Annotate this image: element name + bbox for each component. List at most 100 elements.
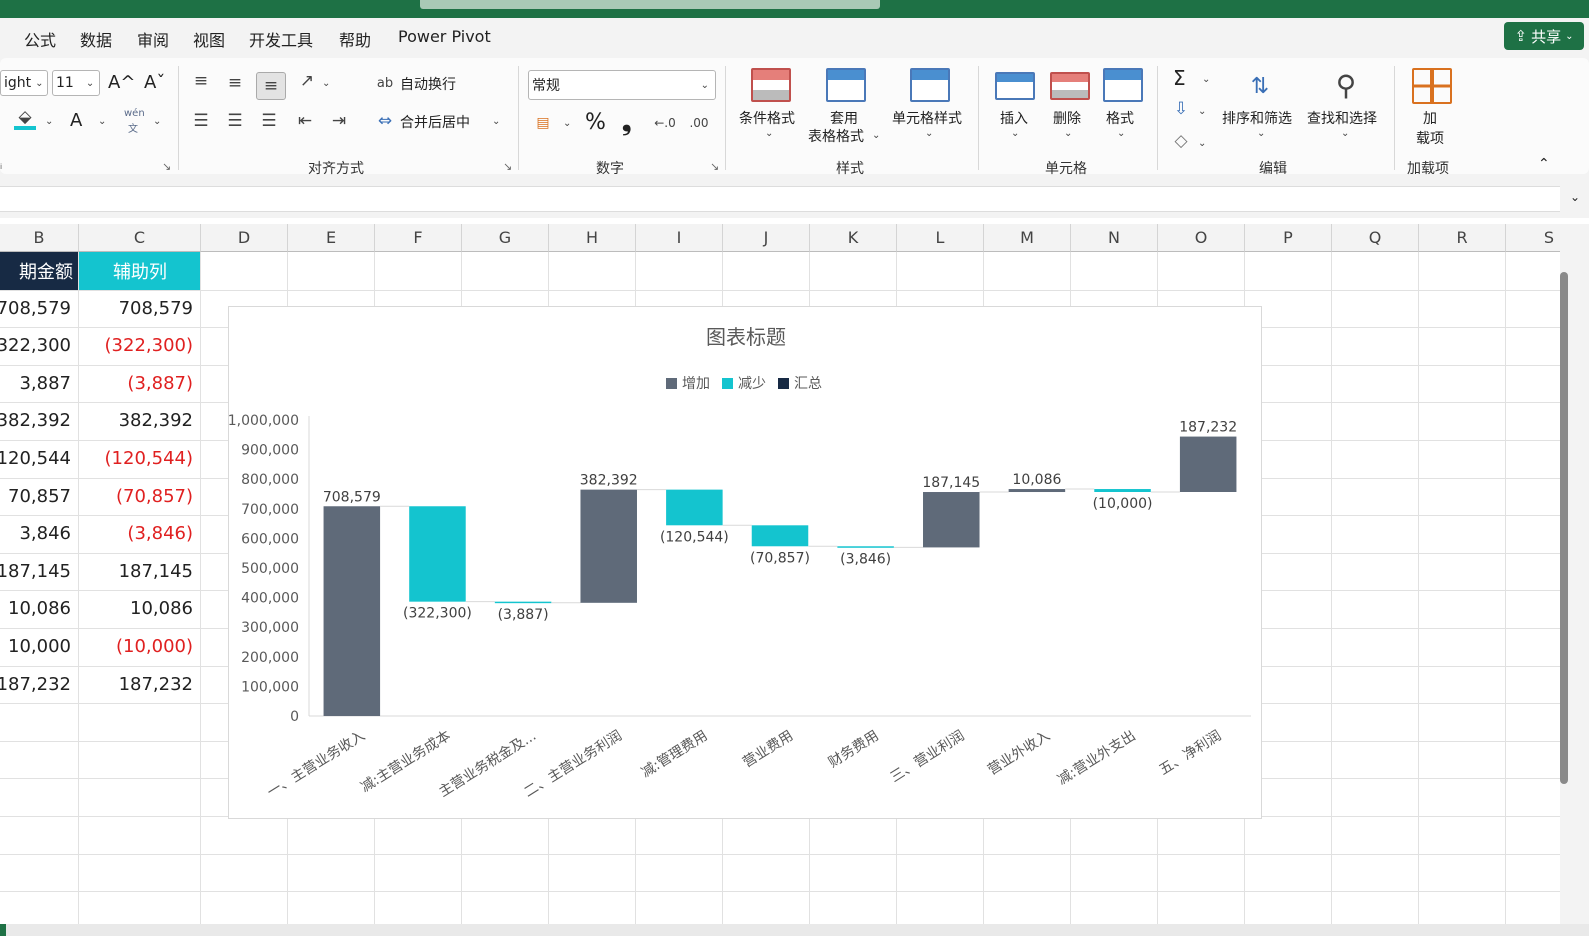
- addins-icon[interactable]: [1412, 68, 1452, 104]
- sort-filter-button[interactable]: 排序和筛选: [1222, 108, 1292, 128]
- cell-c[interactable]: (120,544): [79, 440, 201, 477]
- align-bottom-icon[interactable]: ≡: [256, 72, 286, 100]
- cell-c[interactable]: 187,232: [79, 666, 201, 703]
- chevron-down-icon[interactable]: ⌄: [492, 116, 500, 127]
- insert-button[interactable]: 插入: [1000, 108, 1028, 128]
- cell-b[interactable]: 10,000: [0, 628, 79, 665]
- column-header-g[interactable]: G: [462, 224, 549, 252]
- formula-input[interactable]: [0, 186, 1560, 212]
- align-center-icon[interactable]: ☰: [224, 110, 246, 132]
- font-name-select[interactable]: ight ⌄: [0, 70, 48, 96]
- shrink-font-button[interactable]: Aˇ: [144, 72, 165, 93]
- header-cell-b[interactable]: 期金额: [0, 252, 79, 290]
- tab-power-pivot[interactable]: Power Pivot: [398, 27, 491, 46]
- tab-view[interactable]: 视图: [193, 27, 225, 51]
- tab-developer[interactable]: 开发工具: [249, 27, 313, 51]
- chart-title[interactable]: 图表标题: [229, 321, 1263, 350]
- column-header-k[interactable]: K: [810, 224, 897, 252]
- fill-down-icon[interactable]: ⇩: [1170, 98, 1192, 120]
- clear-icon[interactable]: ◇: [1170, 130, 1192, 152]
- delete-button[interactable]: 删除: [1053, 108, 1081, 128]
- chart-legend[interactable]: 增加 减少 汇总: [666, 373, 822, 393]
- cell-b[interactable]: 3,846: [0, 515, 79, 552]
- share-button[interactable]: ⇪ 共享 ⌄: [1504, 22, 1584, 50]
- cell-b[interactable]: 3,887: [0, 365, 79, 402]
- dialog-launcher-icon[interactable]: ↘: [162, 160, 171, 173]
- orientation-icon[interactable]: ↗: [296, 70, 318, 92]
- table-format-button-line2[interactable]: 表格格式: [808, 126, 864, 146]
- chevron-down-icon[interactable]: ⌄: [925, 128, 933, 139]
- cell-c[interactable]: (3,846): [79, 515, 201, 552]
- delete-cells-icon[interactable]: [1050, 72, 1090, 100]
- align-right-icon[interactable]: ☰: [258, 110, 280, 132]
- column-header-q[interactable]: Q: [1332, 224, 1419, 252]
- table-format-button-line1[interactable]: 套用: [830, 108, 858, 128]
- column-header-l[interactable]: L: [897, 224, 984, 252]
- decrease-decimal-icon[interactable]: .00: [688, 112, 710, 134]
- decrease-indent-icon[interactable]: ⇤: [294, 110, 316, 132]
- align-top-icon[interactable]: ≡: [190, 70, 212, 92]
- format-cells-icon[interactable]: [1103, 68, 1143, 102]
- chevron-down-icon[interactable]: ⌄: [1198, 106, 1206, 117]
- conditional-format-button[interactable]: 条件格式: [739, 108, 795, 128]
- cell-b[interactable]: 120,544: [0, 440, 79, 477]
- wrap-text-button[interactable]: 自动换行: [400, 74, 456, 94]
- search-icon[interactable]: ⚲: [1326, 66, 1366, 104]
- cell-c[interactable]: (3,887): [79, 365, 201, 402]
- merge-center-button[interactable]: 合并后居中: [400, 112, 470, 132]
- fill-color-icon[interactable]: ⬙: [14, 107, 36, 130]
- cell-c[interactable]: 10,086: [79, 590, 201, 627]
- chevron-down-icon[interactable]: ⌄: [1064, 128, 1072, 139]
- cell-c[interactable]: 382,392: [79, 402, 201, 439]
- column-header-j[interactable]: J: [723, 224, 810, 252]
- chevron-down-icon[interactable]: ⌄: [1198, 138, 1206, 149]
- find-select-button[interactable]: 查找和选择: [1307, 108, 1377, 128]
- tab-review[interactable]: 审阅: [137, 27, 169, 51]
- cell-c[interactable]: (70,857): [79, 478, 201, 515]
- column-header-b[interactable]: B: [0, 224, 79, 252]
- phonetic-top[interactable]: wén: [124, 108, 145, 119]
- increase-indent-icon[interactable]: ⇥: [328, 110, 350, 132]
- dialog-launcher-icon[interactable]: ↘: [503, 160, 512, 173]
- cell-styles-button[interactable]: 单元格样式: [892, 108, 962, 128]
- column-header-f[interactable]: F: [375, 224, 462, 252]
- sort-filter-icon[interactable]: ⇅: [1240, 68, 1280, 104]
- addins-button-line1[interactable]: 加: [1423, 108, 1437, 128]
- vertical-scrollbar[interactable]: [1560, 224, 1589, 924]
- currency-icon[interactable]: ▤: [532, 112, 554, 134]
- dialog-launcher-icon[interactable]: ↘: [710, 160, 719, 173]
- column-header-p[interactable]: P: [1245, 224, 1332, 252]
- cell-c[interactable]: (322,300): [79, 327, 201, 364]
- waterfall-chart[interactable]: 0 100,000 200,000 300,000 400,000 500,000 600,…: [228, 306, 1262, 819]
- expand-formula-bar-icon[interactable]: ⌄: [1570, 190, 1580, 204]
- cell-b[interactable]: 322,300: [0, 327, 79, 364]
- cell-b[interactable]: 70,857: [0, 478, 79, 515]
- cell-c[interactable]: 187,145: [79, 553, 201, 590]
- column-header-n[interactable]: N: [1071, 224, 1158, 252]
- chevron-down-icon[interactable]: ⌄: [563, 118, 571, 129]
- cell-styles-icon[interactable]: [910, 68, 950, 102]
- autosum-button[interactable]: Σ: [1173, 66, 1186, 90]
- chevron-down-icon[interactable]: ⌄: [1011, 128, 1019, 139]
- tab-data[interactable]: 数据: [80, 27, 112, 51]
- chevron-down-icon[interactable]: ⌄: [1117, 128, 1125, 139]
- collapse-ribbon-icon[interactable]: ⌃: [1538, 156, 1550, 172]
- chevron-down-icon[interactable]: ⌄: [45, 116, 53, 127]
- chevron-down-icon[interactable]: ⌄: [98, 116, 106, 127]
- comma-button[interactable]: ❟: [622, 108, 631, 136]
- merge-center-icon[interactable]: ⇔: [374, 110, 396, 132]
- align-left-icon[interactable]: ☰: [190, 110, 212, 132]
- chevron-down-icon[interactable]: ⌄: [322, 78, 330, 89]
- scrollbar-thumb[interactable]: [1560, 272, 1568, 784]
- chevron-down-icon[interactable]: ⌄: [1341, 128, 1349, 139]
- column-header-e[interactable]: E: [288, 224, 375, 252]
- column-header-h[interactable]: H: [549, 224, 636, 252]
- phonetic-bottom[interactable]: 文: [128, 120, 138, 135]
- column-header-r[interactable]: R: [1419, 224, 1506, 252]
- cell-c[interactable]: (10,000): [79, 628, 201, 665]
- tab-help[interactable]: 帮助: [339, 27, 371, 51]
- table-format-icon[interactable]: [826, 68, 866, 102]
- chevron-down-icon[interactable]: ⌄: [765, 128, 773, 139]
- cell-c[interactable]: 708,579: [79, 290, 201, 327]
- search-box[interactable]: [420, 0, 880, 9]
